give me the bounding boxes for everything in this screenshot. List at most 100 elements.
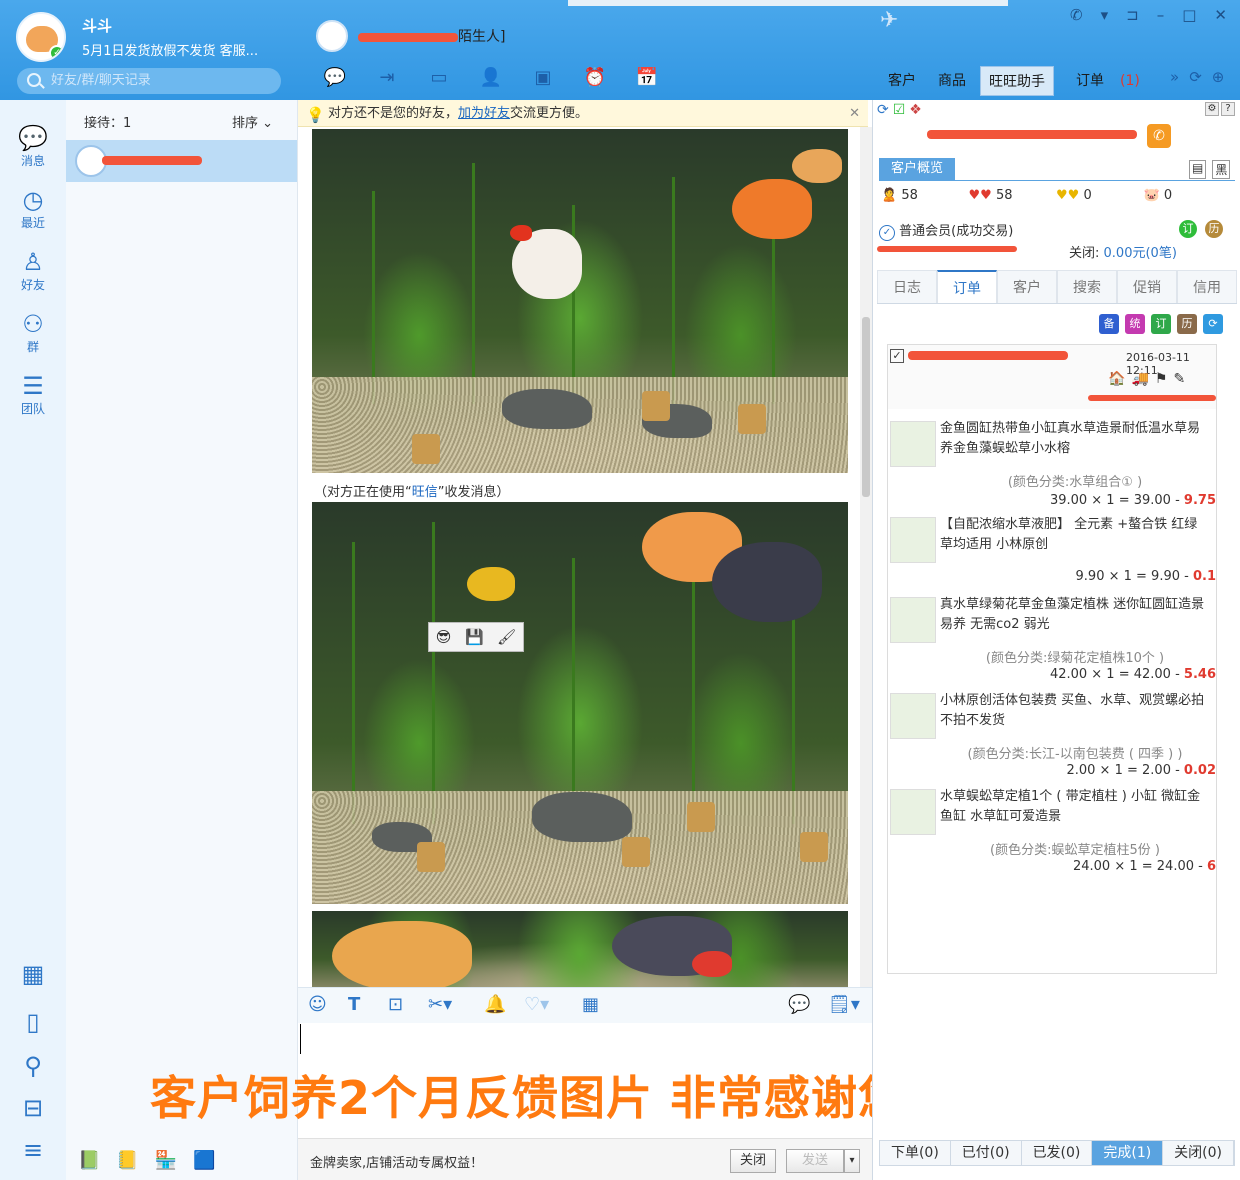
order-checkbox[interactable]: ✓ bbox=[890, 349, 904, 363]
emoji-icon[interactable]: ☺ bbox=[308, 994, 327, 1015]
quick-reply-icon[interactable]: 💬 bbox=[788, 994, 810, 1015]
rail-item-messages[interactable]: 💬 消息 bbox=[0, 124, 66, 169]
user-avatar[interactable]: ✓ bbox=[16, 12, 66, 62]
edit-brush-icon[interactable]: 🖌 bbox=[497, 628, 516, 646]
send-button[interactable]: 发送 bbox=[786, 1149, 844, 1173]
chat-image[interactable] bbox=[312, 129, 848, 473]
video-call-icon[interactable]: ▭ bbox=[422, 64, 456, 92]
close-icon[interactable]: ✕ bbox=[1214, 6, 1227, 24]
main-menu-button[interactable]: ≡ bbox=[0, 1136, 66, 1164]
tab-completed[interactable]: 完成(1) bbox=[1092, 1141, 1164, 1165]
sort-button[interactable]: 排序 ⌄ bbox=[232, 112, 273, 131]
phone-icon[interactable]: ✆ bbox=[1147, 124, 1171, 148]
plugin-icon[interactable]: ❖ bbox=[909, 102, 922, 118]
list-item[interactable]: 小林原创活体包装费 买鱼、水草、观赏螺必拍 不拍不发货 (颜色分类:长江-以南包… bbox=[888, 689, 1218, 783]
history-icon[interactable]: 🗒▾ bbox=[828, 994, 860, 1015]
list-item[interactable]: 金鱼圆缸热带鱼小缸真水草造景耐低温水草易养金鱼藻蜈蚣草小水榕 (颜色分类:水草组… bbox=[888, 417, 1218, 511]
save-icon[interactable]: 💾 bbox=[465, 628, 484, 646]
refresh-icon[interactable]: ⟳ bbox=[1203, 314, 1223, 334]
messagebox-button[interactable]: ⊟ bbox=[0, 1094, 66, 1122]
history-icon[interactable]: 历 bbox=[1177, 314, 1197, 334]
minimize-icon[interactable]: – bbox=[1157, 6, 1165, 24]
send-file-icon[interactable]: ⇥ bbox=[370, 64, 404, 92]
rail-item-groups[interactable]: ⚇ 群 bbox=[0, 310, 66, 355]
stats-icon[interactable]: 统 bbox=[1125, 314, 1145, 334]
chat-image[interactable] bbox=[312, 911, 848, 987]
settings-icon[interactable]: ⚙ bbox=[1205, 102, 1219, 116]
blacklist-icon[interactable]: 黑 bbox=[1212, 160, 1231, 179]
add-friend-icon[interactable]: 👤 bbox=[474, 64, 508, 92]
tab-paid[interactable]: 已付(0) bbox=[950, 1141, 1022, 1165]
add-icon[interactable]: ⊕ bbox=[1212, 68, 1225, 86]
pin-icon[interactable]: ⊐ bbox=[1126, 6, 1139, 24]
chat-contact-avatar[interactable] bbox=[316, 20, 348, 52]
verified-icon[interactable]: ☑ bbox=[893, 102, 906, 118]
calculator-icon[interactable]: ▦ bbox=[582, 994, 599, 1015]
tab-promotion[interactable]: 促销 bbox=[1117, 270, 1177, 303]
calendar-add-icon[interactable]: 📅 bbox=[630, 64, 664, 92]
tab-orders[interactable]: 订单 (1) bbox=[1060, 66, 1156, 96]
message-area[interactable]: （对方正在使用“旺信”收发消息） 😎 💾 🖌 bbox=[298, 127, 860, 987]
refresh-icon[interactable]: ⟳ bbox=[877, 102, 889, 118]
note-icon[interactable]: 备 bbox=[1099, 314, 1119, 334]
phone-icon[interactable]: ✆ bbox=[1070, 6, 1083, 24]
message-scrollbar[interactable] bbox=[860, 127, 872, 987]
flag-icon[interactable]: ⚑ bbox=[1155, 371, 1168, 387]
search-input[interactable]: 好友/群/聊天记录 bbox=[17, 68, 281, 94]
favorite-icon[interactable]: ♡▾ bbox=[524, 994, 549, 1015]
maximize-icon[interactable]: □ bbox=[1182, 6, 1196, 24]
tab-goods[interactable]: 商品 bbox=[930, 66, 974, 96]
edit-icon[interactable]: ✎ bbox=[1173, 371, 1185, 387]
list-item[interactable] bbox=[66, 140, 297, 182]
promo-text[interactable]: 金牌卖家,店铺活动专属权益！ bbox=[310, 1152, 483, 1171]
order-icon[interactable]: 订 bbox=[1179, 220, 1197, 238]
user-signature[interactable]: 5月1日发货放假不发货 客服... bbox=[82, 40, 258, 59]
chat-image[interactable] bbox=[312, 502, 848, 904]
close-icon[interactable]: ✕ bbox=[849, 100, 860, 127]
rail-item-friends[interactable]: ♙ 好友 bbox=[0, 248, 66, 293]
plugin-2-icon[interactable]: 📒 bbox=[116, 1150, 138, 1171]
list-item[interactable]: 【自配浓缩水草液肥】 全元素 +螯合铁 红绿草均适用 小林原创 9.90 × 1… bbox=[888, 513, 1218, 591]
tab-search[interactable]: 搜索 bbox=[1057, 270, 1117, 303]
chat-options-icon[interactable]: 💬 bbox=[318, 64, 352, 92]
add-emoji-icon[interactable]: 😎 bbox=[436, 628, 452, 646]
history-icon[interactable]: 历 bbox=[1205, 220, 1223, 238]
tab-credit[interactable]: 信用 bbox=[1177, 270, 1237, 303]
alarm-icon[interactable]: ⏰ bbox=[578, 64, 612, 92]
shake-icon[interactable]: 🔔 bbox=[484, 994, 506, 1015]
tab-orders[interactable]: 订单 bbox=[937, 270, 997, 303]
send-options-button[interactable]: ▾ bbox=[844, 1149, 860, 1173]
contact-search-button[interactable]: ⚲ bbox=[0, 1052, 66, 1080]
truck-icon[interactable]: 🚚 bbox=[1131, 371, 1148, 387]
font-icon[interactable]: T bbox=[348, 994, 360, 1015]
mobile-button[interactable]: ▯ bbox=[0, 1008, 66, 1036]
more-icon[interactable]: » bbox=[1170, 68, 1179, 86]
tab-closed[interactable]: 关闭(0) bbox=[1163, 1141, 1234, 1165]
tab-customer[interactable]: 客户 bbox=[997, 270, 1057, 303]
card-icon[interactable]: ▤ bbox=[1189, 160, 1207, 179]
screenshot-icon[interactable]: ✂▾ bbox=[428, 994, 452, 1015]
chevron-down-icon[interactable]: ▾ bbox=[1101, 6, 1109, 24]
apps-button[interactable]: ▦ bbox=[0, 960, 66, 988]
shop-icon[interactable]: 🏪 bbox=[155, 1150, 177, 1171]
rail-item-recent[interactable]: ◷ 最近 bbox=[0, 186, 66, 231]
help-icon[interactable]: ? bbox=[1221, 102, 1235, 116]
list-item[interactable]: 水草蜈蚣草定植1个 ( 带定植柱 ) 小缸 微缸金鱼缸 水草缸可爱造景 (颜色分… bbox=[888, 785, 1218, 879]
mobile-icon: ▯ bbox=[26, 1008, 40, 1036]
tab-shipped[interactable]: 已发(0) bbox=[1021, 1141, 1093, 1165]
list-item[interactable]: 真水草绿菊花草金鱼藻定植株 迷你缸圆缸造景易养 无需co2 弱光 (颜色分类:绿… bbox=[888, 593, 1218, 687]
refresh-icon[interactable]: ⟳ bbox=[1189, 68, 1202, 86]
sell-icon[interactable]: 🟦 bbox=[193, 1150, 215, 1171]
add-friend-link[interactable]: 加为好友 bbox=[458, 106, 510, 121]
order-icon[interactable]: 订 bbox=[1151, 314, 1171, 334]
tab-log[interactable]: 日志 bbox=[877, 270, 937, 303]
tab-customer[interactable]: 客户 bbox=[880, 66, 924, 96]
rail-item-team[interactable]: ☰ 团队 bbox=[0, 372, 66, 417]
close-button[interactable]: 关闭 bbox=[730, 1149, 776, 1173]
image-icon[interactable]: ⊡ bbox=[388, 994, 403, 1015]
tab-wangwang-assistant[interactable]: 旺旺助手 bbox=[980, 66, 1054, 96]
home-icon[interactable]: 🏠 bbox=[1108, 371, 1125, 387]
plugin-1-icon[interactable]: 📗 bbox=[78, 1150, 100, 1171]
remote-assist-icon[interactable]: ▣ bbox=[526, 64, 560, 92]
tab-placed[interactable]: 下单(0) bbox=[880, 1141, 951, 1165]
